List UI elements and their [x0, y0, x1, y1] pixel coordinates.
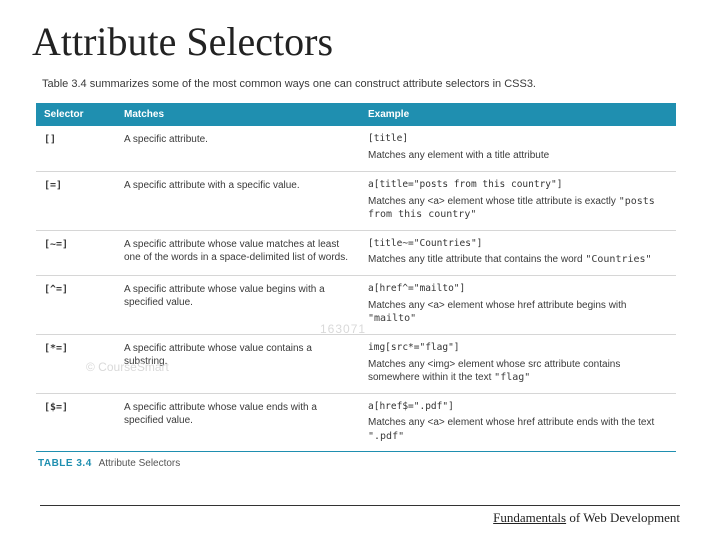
cell-selector: [$=]: [36, 393, 116, 452]
table-row: [~=] A specific attribute whose value ma…: [36, 230, 676, 275]
selectors-table: Selector Matches Example [] A specific a…: [36, 103, 676, 452]
intro-paragraph: Table 3.4 summarizes some of the most co…: [42, 77, 562, 93]
example-desc: Matches any <a> element whose href attri…: [368, 416, 668, 443]
cell-example: img[src*="flag"] Matches any <img> eleme…: [360, 334, 676, 393]
table-row: [] A specific attribute. [title] Matches…: [36, 126, 676, 171]
table-row: [=] A specific attribute with a specific…: [36, 171, 676, 230]
cell-selector: [~=]: [36, 230, 116, 275]
cell-selector: [*=]: [36, 334, 116, 393]
footer-divider: [40, 505, 680, 506]
footer-rest: of Web Development: [566, 510, 680, 525]
col-header-example: Example: [360, 103, 676, 127]
caption-number: TABLE 3.4: [38, 458, 92, 469]
example-desc: Matches any <a> element whose title attr…: [368, 195, 668, 222]
footer-fundamentals: Fundamentals: [493, 510, 566, 525]
table-row: [$=] A specific attribute whose value en…: [36, 393, 676, 452]
cell-matches: A specific attribute whose value contain…: [116, 334, 360, 393]
table-caption: TABLE 3.4 Attribute Selectors: [38, 458, 688, 469]
cell-example: [title] Matches any element with a title…: [360, 126, 676, 171]
cell-matches: A specific attribute with a specific val…: [116, 171, 360, 230]
table-header-row: Selector Matches Example: [36, 103, 676, 127]
table-row: [*=] A specific attribute whose value co…: [36, 334, 676, 393]
cell-selector: [^=]: [36, 275, 116, 334]
example-code: a[title="posts from this country"]: [368, 179, 668, 192]
cell-matches: A specific attribute whose value begins …: [116, 275, 360, 334]
col-header-selector: Selector: [36, 103, 116, 127]
example-desc: Matches any <img> element whose src attr…: [368, 358, 668, 385]
cell-matches: A specific attribute whose value matches…: [116, 230, 360, 275]
example-code: [title~="Countries"]: [368, 238, 668, 251]
cell-example: a[href$=".pdf"] Matches any <a> element …: [360, 393, 676, 452]
cell-matches: A specific attribute.: [116, 126, 360, 171]
cell-selector: [=]: [36, 171, 116, 230]
footer-text: Fundamentals of Web Development: [40, 510, 680, 526]
slide: Attribute Selectors Table 3.4 summarizes…: [0, 0, 720, 540]
col-header-matches: Matches: [116, 103, 360, 127]
example-code: [title]: [368, 133, 668, 146]
slide-footer: Fundamentals of Web Development: [40, 505, 680, 526]
example-desc: Matches any <a> element whose href attri…: [368, 299, 668, 326]
caption-text: Attribute Selectors: [99, 458, 181, 469]
page-title: Attribute Selectors: [32, 18, 688, 65]
cell-selector: []: [36, 126, 116, 171]
example-code: a[href^="mailto"]: [368, 283, 668, 296]
cell-example: [title~="Countries"] Matches any title a…: [360, 230, 676, 275]
example-code: img[src*="flag"]: [368, 342, 668, 355]
cell-example: a[title="posts from this country"] Match…: [360, 171, 676, 230]
example-desc: Matches any title attribute that contain…: [368, 253, 668, 267]
cell-matches: A specific attribute whose value ends wi…: [116, 393, 360, 452]
cell-example: a[href^="mailto"] Matches any <a> elemen…: [360, 275, 676, 334]
table-row: [^=] A specific attribute whose value be…: [36, 275, 676, 334]
example-code: a[href$=".pdf"]: [368, 401, 668, 414]
example-desc: Matches any element with a title attribu…: [368, 149, 668, 163]
